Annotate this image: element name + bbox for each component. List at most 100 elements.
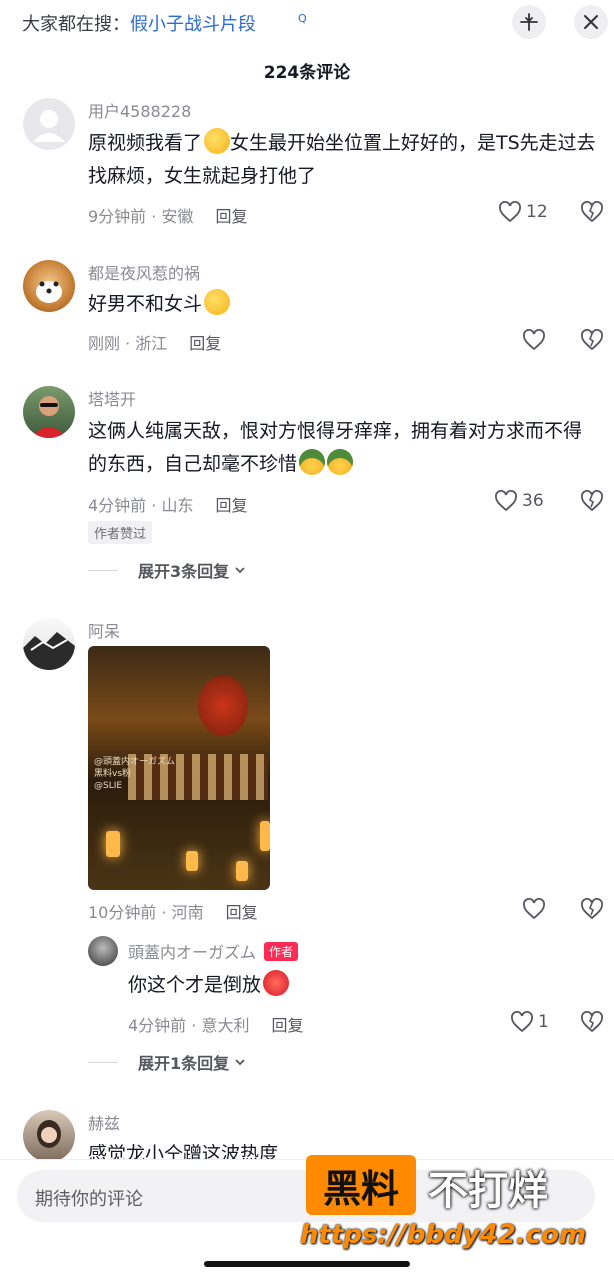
reply-meta: 4分钟前 · 意大利 回复 — [128, 1012, 303, 1036]
mountain-avatar-icon — [23, 632, 75, 670]
reply-text: 你这个才是倒放 — [128, 969, 290, 1001]
reply-button[interactable]: 回复 — [215, 207, 247, 226]
broken-heart-icon — [581, 329, 603, 351]
comment-input-bar: 期待你的评论 黑料 不打烊 https://bbdy42.com — [0, 1155, 614, 1281]
username[interactable]: 都是夜风惹的祸 — [88, 260, 200, 284]
like-button[interactable]: 36 — [494, 490, 544, 512]
avatar[interactable] — [88, 936, 118, 966]
comment-meta: 10分钟前 · 河南 回复 — [88, 899, 258, 923]
lamp-shape — [186, 851, 198, 871]
avatar[interactable] — [23, 1110, 75, 1162]
lamp-shape — [236, 861, 248, 881]
dislike-button[interactable] — [580, 898, 604, 924]
watermark-logo: 黑料 — [306, 1155, 416, 1215]
username[interactable]: 赫兹 — [88, 1110, 120, 1134]
like-count: 1 — [538, 1012, 549, 1032]
like-count: 36 — [522, 491, 544, 511]
time-location: 4分钟前 · 意大利 — [128, 1016, 250, 1035]
search-prefix: 大家都在搜： — [22, 14, 130, 35]
dislike-button[interactable] — [580, 1011, 604, 1037]
expand-label: 展开3条回复 — [138, 562, 230, 581]
divider-line — [88, 1061, 118, 1063]
search-term[interactable]: 假小子战斗片段 — [130, 14, 256, 35]
watermark-url: https://bbdy42.com — [300, 1220, 587, 1250]
heart-icon — [511, 1011, 533, 1033]
video-scene-lantern — [198, 676, 248, 736]
reply-button[interactable]: 回复 — [189, 334, 221, 353]
lamp-shape — [260, 821, 270, 851]
comment-placeholder: 期待你的评论 — [35, 1189, 143, 1210]
default-user-icon — [33, 110, 65, 142]
close-button[interactable] — [574, 5, 608, 39]
expand-label: 展开1条回复 — [138, 1054, 230, 1073]
soldier-emoji-icon — [327, 449, 354, 475]
thinking-emoji-icon — [204, 128, 231, 154]
chevron-down-icon — [235, 567, 245, 574]
reply-button[interactable]: 回复 — [271, 1016, 303, 1035]
expand-replies-button[interactable]: 展开3条回复 — [88, 558, 247, 582]
dog-avatar-icon — [36, 281, 62, 303]
like-button[interactable] — [522, 898, 546, 920]
comment-count-title: 224条评论 — [263, 63, 351, 83]
comment-text-part1: 原视频我看了 — [88, 132, 203, 154]
man-avatar-icon — [31, 396, 67, 438]
shush-emoji-icon — [204, 289, 231, 315]
like-button[interactable]: 1 — [510, 1011, 549, 1033]
like-button[interactable] — [522, 329, 546, 351]
woman-avatar-icon — [37, 1120, 61, 1148]
author-badge: 作者 — [264, 941, 299, 961]
broken-heart-icon — [581, 1011, 603, 1033]
heart-icon — [523, 898, 545, 920]
like-count: 12 — [526, 202, 548, 222]
username[interactable]: 塔塔开 — [88, 386, 136, 410]
close-icon — [584, 15, 598, 29]
comment-text: 这俩人纯属天敌，恨对方恨得牙痒痒，拥有着对方求而不得的东西，自己却毫不珍惜 — [88, 415, 598, 481]
collapse-button[interactable] — [512, 5, 546, 39]
search-mark: Q — [298, 12, 307, 25]
lamp-shape — [106, 831, 120, 857]
overlay-line: @頭蓋内オーガズム — [94, 757, 176, 767]
avatar[interactable] — [23, 98, 75, 150]
username[interactable]: 阿呆 — [88, 618, 120, 642]
broken-heart-icon — [581, 898, 603, 920]
reply-button[interactable]: 回复 — [226, 903, 258, 922]
watermark-slogan: 不打烊 — [428, 1168, 548, 1214]
comment-text-part1: 好男不和女斗 — [88, 293, 203, 315]
expand-replies-button[interactable]: 展开1条回复 — [88, 1050, 247, 1074]
username[interactable]: 用户4588228 — [88, 98, 191, 122]
video-overlay-text: @頭蓋内オーガズム 黑料vs粉 @SLIE — [94, 756, 175, 792]
dislike-button[interactable] — [580, 201, 604, 227]
like-button[interactable]: 12 — [498, 201, 548, 223]
comment-meta: 9分钟前 · 安徽 回复 — [88, 203, 247, 227]
soldier-emoji-icon — [299, 449, 326, 475]
overlay-line: 黑料vs粉 — [94, 769, 132, 779]
time-location: 刚刚 · 浙江 — [88, 334, 168, 353]
search-suggestion-bar[interactable]: 大家都在搜：假小子战斗片段 Q — [0, 0, 614, 46]
search-suggestion[interactable]: 大家都在搜：假小子战斗片段 — [22, 10, 256, 36]
reply-button[interactable]: 回复 — [215, 496, 247, 515]
reply-text-part: 你这个才是倒放 — [128, 974, 262, 996]
video-thumbnail[interactable]: @頭蓋内オーガズム 黑料vs粉 @SLIE — [88, 646, 270, 890]
comment-text: 好男不和女斗 — [88, 288, 598, 321]
time-location: 10分钟前 · 河南 — [88, 903, 204, 922]
avatar[interactable] — [23, 260, 75, 312]
heart-icon — [499, 201, 521, 223]
angry-emoji-icon — [263, 970, 290, 996]
broken-heart-icon — [581, 490, 603, 512]
dislike-button[interactable] — [580, 490, 604, 516]
avatar[interactable] — [23, 618, 75, 670]
divider-line — [88, 569, 118, 571]
heart-icon — [495, 490, 517, 512]
time-location: 4分钟前 · 山东 — [88, 496, 194, 515]
comment-text: 原视频我看了 女生最开始坐位置上好好的，是TS先走过去找麻烦，女生就起身打他了 — [88, 127, 598, 193]
broken-heart-icon — [581, 201, 603, 223]
home-indicator[interactable] — [204, 1261, 410, 1267]
collapse-icon — [520, 13, 538, 31]
reply-header: 頭蓋内オーガズム 作者 — [128, 939, 299, 963]
comment-meta: 4分钟前 · 山东 回复 — [88, 492, 247, 516]
heart-icon — [523, 329, 545, 351]
dislike-button[interactable] — [580, 329, 604, 355]
overlay-line: @SLIE — [94, 781, 123, 791]
avatar[interactable] — [23, 386, 75, 438]
username[interactable]: 頭蓋内オーガズム — [128, 939, 256, 963]
